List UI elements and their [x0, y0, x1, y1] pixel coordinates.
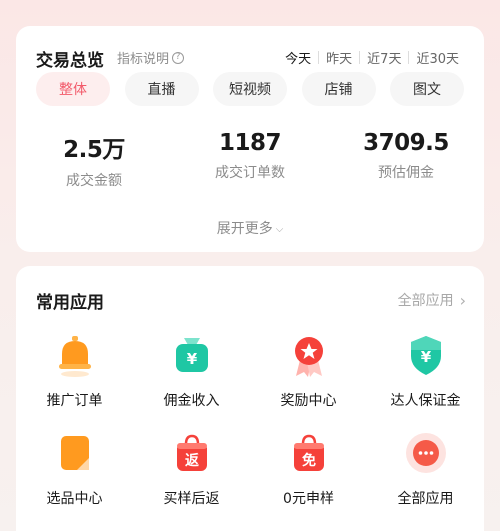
stat-label: 成交金额 [66, 173, 122, 189]
app-reward-center[interactable]: 奖励中心 [250, 330, 367, 410]
money-bag-icon: ¥ [167, 330, 217, 380]
common-apps-card: 常用应用 全部应用 › 推广订单 ¥ 佣金收入 奖励中心 ¥ 达人保证金 选品中… [16, 266, 484, 531]
metrics-explanation-label: 指标说明 [117, 52, 170, 67]
overview-title: 交易总览 [36, 51, 104, 71]
app-label: 0元申样 [283, 491, 334, 507]
stats-row: 2.5万 成交金额 1187 成交订单数 3709.5 预估佣金 [16, 130, 484, 190]
app-all-apps[interactable]: 全部应用 [367, 428, 484, 508]
apps-grid: 推广订单 ¥ 佣金收入 奖励中心 ¥ 达人保证金 选品中心 返 买样后返 免 0… [16, 330, 484, 508]
more-dots-icon [401, 428, 451, 478]
stat-label: 预估佣金 [378, 165, 434, 181]
stat-label: 成交订单数 [215, 165, 285, 181]
stat-value: 2.5万 [63, 137, 125, 163]
trade-overview-card: 交易总览 指标说明 ? 今天 昨天 近7天 近30天 整体 直播 短视频 店铺 … [16, 26, 484, 252]
metrics-explanation-link[interactable]: 指标说明 ? [117, 48, 185, 67]
app-promotion-orders[interactable]: 推广订单 [16, 330, 133, 410]
app-product-selection[interactable]: 选品中心 [16, 428, 133, 508]
bell-icon [50, 330, 100, 380]
stat-commission[interactable]: 3709.5 预估佣金 [328, 130, 484, 190]
all-apps-link[interactable]: 全部应用 › [398, 290, 466, 310]
tab-short-video[interactable]: 短视频 [213, 72, 287, 106]
stat-gmv[interactable]: 2.5万 成交金额 [16, 130, 172, 190]
app-label: 全部应用 [397, 491, 454, 507]
question-icon: ? [172, 51, 185, 64]
app-free-sample[interactable]: 免 0元申样 [250, 428, 367, 508]
double-chevron-down-icon: ⌵ [275, 224, 284, 235]
app-label: 达人保证金 [390, 393, 461, 409]
period-today[interactable]: 今天 [278, 48, 318, 67]
expand-more-button[interactable]: 展开更多 ⌵ [16, 218, 484, 238]
period-yesterday[interactable]: 昨天 [319, 48, 359, 67]
stat-value: 1187 [218, 130, 282, 156]
app-label: 选品中心 [46, 491, 103, 507]
chevron-right-icon: › [459, 290, 466, 310]
stat-value: 3709.5 [363, 130, 449, 156]
stat-orders[interactable]: 1187 成交订单数 [172, 130, 328, 190]
apps-title: 常用应用 [36, 293, 104, 313]
return-bag-icon: 返 [167, 428, 217, 478]
app-label: 奖励中心 [280, 393, 337, 409]
app-buy-sample-refund[interactable]: 返 买样后返 [133, 428, 250, 508]
period-7-days[interactable]: 近7天 [360, 48, 408, 67]
app-influencer-deposit[interactable]: ¥ 达人保证金 [367, 330, 484, 410]
tab-overall[interactable]: 整体 [36, 72, 110, 106]
return-badge-text: 返 [185, 452, 199, 469]
free-bag-icon: 免 [284, 428, 334, 478]
medal-icon [284, 330, 334, 380]
free-badge-text: 免 [302, 452, 316, 469]
app-label: 推广订单 [46, 393, 103, 409]
shield-yen-icon: ¥ [401, 330, 451, 380]
app-commission-income[interactable]: ¥ 佣金收入 [133, 330, 250, 410]
app-label: 买样后返 [163, 491, 220, 507]
app-label: 佣金收入 [163, 393, 220, 409]
svg-text:¥: ¥ [420, 348, 431, 366]
channel-tabs: 整体 直播 短视频 店铺 图文 [36, 72, 464, 106]
period-30-days[interactable]: 近30天 [409, 48, 466, 67]
tab-live[interactable]: 直播 [124, 72, 199, 106]
tab-store[interactable]: 店铺 [301, 72, 376, 106]
period-selector: 今天 昨天 近7天 近30天 [278, 48, 466, 67]
bookmark-icon [50, 428, 100, 478]
expand-more-label: 展开更多 [216, 221, 273, 237]
all-apps-label: 全部应用 [397, 293, 454, 309]
svg-text:¥: ¥ [186, 350, 197, 368]
tab-image-text[interactable]: 图文 [390, 72, 464, 106]
